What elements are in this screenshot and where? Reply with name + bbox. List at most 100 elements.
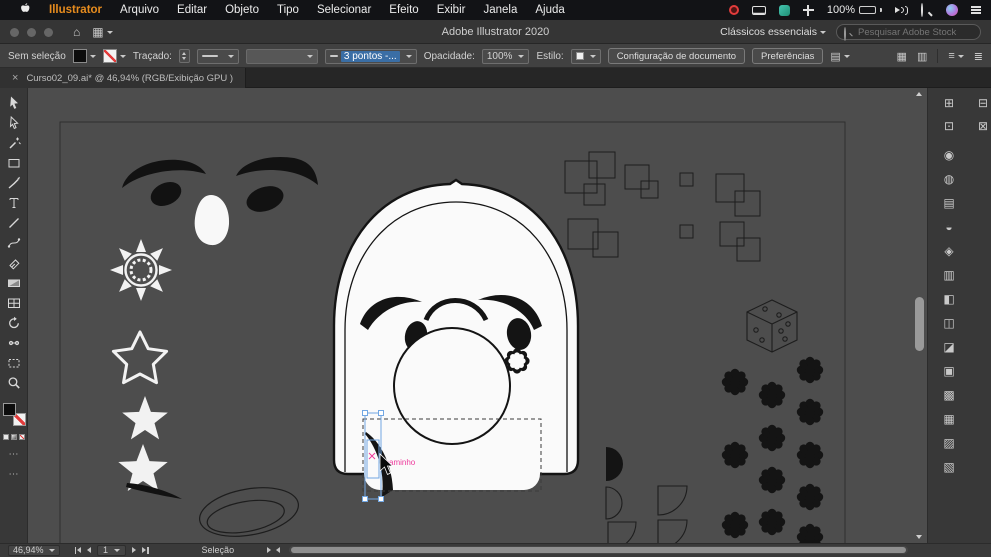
hscroll-left-arrow[interactable]	[276, 547, 281, 553]
panel-layers-icon[interactable]: ▩	[939, 386, 959, 403]
shape-half-circles[interactable]	[605, 447, 688, 543]
first-artboard-button[interactable]	[74, 546, 82, 554]
menu-item-ajuda[interactable]: Ajuda	[526, 4, 573, 16]
none-chip[interactable]	[19, 434, 25, 440]
stroke-color-control[interactable]	[102, 49, 126, 63]
mesh-tool[interactable]	[3, 294, 25, 311]
shape-nose-white[interactable]	[194, 195, 230, 246]
adobe-stock-search[interactable]	[836, 24, 981, 41]
shape-dice[interactable]	[746, 299, 798, 353]
menu-item-selecionar[interactable]: Selecionar	[308, 4, 380, 16]
keyboard-icon[interactable]	[751, 5, 766, 15]
panel-menu-icon[interactable]: ≡	[948, 50, 964, 62]
document-setup-button[interactable]: Configuração de documento	[607, 48, 746, 64]
color-chip[interactable]	[3, 434, 9, 440]
screen-record-icon[interactable]	[728, 5, 739, 15]
horizontal-scroll-thumb[interactable]	[291, 547, 906, 553]
menu-item-exibir[interactable]: Exibir	[428, 4, 475, 16]
preferences-button[interactable]: Preferências	[752, 48, 824, 64]
magic-wand-tool[interactable]	[3, 134, 25, 151]
type-tool[interactable]	[3, 194, 25, 211]
shape-compass-star[interactable]	[110, 239, 172, 301]
shape-gear-grid[interactable]	[721, 356, 824, 543]
notification-center-icon[interactable]	[971, 6, 981, 14]
rectangle-tool[interactable]	[3, 154, 25, 171]
tile-documents-icon[interactable]: ▥	[917, 50, 927, 63]
volume-icon[interactable]	[894, 5, 908, 15]
shape-square-clusters[interactable]	[564, 151, 761, 262]
width-tool[interactable]	[3, 334, 25, 351]
home-icon[interactable]: ⌂	[73, 25, 80, 39]
panel-gradient-icon[interactable]: ◧	[939, 290, 959, 307]
menu-item-editar[interactable]: Editar	[168, 4, 216, 16]
spotlight-search-icon[interactable]	[921, 3, 933, 17]
stroke-swatch[interactable]	[102, 49, 117, 63]
panel-artboards-icon[interactable]: ▦	[939, 410, 959, 427]
direct-selection-tool[interactable]	[3, 114, 25, 131]
arrange-documents-icon[interactable]: ▦	[897, 50, 907, 63]
search-input[interactable]	[858, 26, 968, 38]
battery-indicator[interactable]: 100%	[827, 4, 882, 16]
panel-color-guide-icon[interactable]: ◍	[939, 170, 959, 187]
fill-swatch[interactable]	[72, 49, 87, 63]
panel-navigator-icon[interactable]: ▧	[939, 458, 959, 475]
panel-properties-icon[interactable]: ⊞	[939, 94, 959, 111]
zoom-tool[interactable]	[3, 374, 25, 391]
panel-appearance-icon[interactable]: ◪	[939, 338, 959, 355]
edit-toolbar-icon[interactable]: ⋯	[9, 470, 20, 480]
workspace-switcher[interactable]: Clássicos essenciais	[720, 26, 826, 38]
panel-brushes-icon[interactable]: ◒	[939, 218, 959, 235]
shape-star-filled-1[interactable]	[122, 396, 168, 440]
fill-color-control[interactable]	[72, 49, 96, 63]
vertical-scrollbar[interactable]	[914, 92, 925, 539]
shape-character-face[interactable]	[332, 178, 580, 497]
panel-history-icon[interactable]: ⊠	[973, 117, 991, 134]
menu-item-arquivo[interactable]: Arquivo	[111, 4, 168, 16]
selection-tool[interactable]	[3, 94, 25, 111]
fill-stroke-indicator[interactable]	[2, 402, 26, 426]
paintbrush-tool[interactable]	[3, 174, 25, 191]
shape-star-outline[interactable]	[111, 330, 169, 385]
shape-star-filled-2[interactable]	[118, 444, 168, 491]
tab-close-icon[interactable]: ×	[12, 72, 18, 84]
free-transform-tool[interactable]	[3, 354, 25, 371]
siri-icon[interactable]	[946, 4, 958, 16]
eraser-tool[interactable]	[3, 254, 25, 271]
hamburger-menu-icon[interactable]: ≣	[974, 50, 983, 63]
rotate-tool[interactable]	[3, 314, 25, 331]
scroll-down-arrow[interactable]	[916, 535, 922, 539]
window-zoom-button[interactable]	[44, 27, 53, 37]
previous-artboard-button[interactable]	[87, 547, 92, 553]
move-arrows-icon[interactable]	[802, 4, 814, 16]
stroke-weight-stepper[interactable]	[178, 49, 190, 63]
brush-definition-select[interactable]: 3 pontos -...	[324, 48, 417, 64]
horizontal-scrollbar[interactable]	[289, 546, 908, 554]
drawing-modes-icon[interactable]: ⋯	[9, 450, 20, 460]
artboard-number-select[interactable]: 1	[97, 544, 127, 556]
curvature-tool[interactable]	[3, 234, 25, 251]
arrange-documents-icon[interactable]: ▦	[92, 25, 113, 39]
zoom-level-select[interactable]: 46,94%	[8, 544, 60, 556]
status-app-icon[interactable]	[778, 4, 790, 16]
document-canvas[interactable]: caminho	[28, 88, 927, 543]
graphic-style-select[interactable]	[570, 48, 601, 64]
line-segment-tool[interactable]	[3, 214, 25, 231]
vertical-scroll-thumb[interactable]	[915, 297, 924, 351]
gradient-chip[interactable]	[11, 434, 17, 440]
next-artboard-button[interactable]	[132, 547, 137, 553]
document-tab[interactable]: × Curso02_09.ai* @ 46,94% (RGB/Exibição …	[0, 68, 247, 88]
options-icon[interactable]: ▤	[830, 50, 850, 63]
menu-item-objeto[interactable]: Objeto	[216, 4, 268, 16]
panel-color-themes-icon[interactable]: ⊡	[939, 117, 959, 134]
panel-asset-export-icon[interactable]: ▨	[939, 434, 959, 451]
status-expand-arrow[interactable]	[267, 547, 272, 553]
panel-libraries-icon[interactable]: ⊟	[973, 94, 991, 111]
panel-transparency-icon[interactable]: ◫	[939, 314, 959, 331]
gradient-tool[interactable]	[3, 274, 25, 291]
last-artboard-button[interactable]	[142, 546, 149, 554]
panel-stroke-icon[interactable]: ▥	[939, 266, 959, 283]
scroll-up-arrow[interactable]	[916, 92, 922, 96]
document-canvas-area[interactable]: caminho	[28, 88, 927, 543]
menu-item-janela[interactable]: Janela	[474, 4, 526, 16]
menu-item-efeito[interactable]: Efeito	[380, 4, 427, 16]
